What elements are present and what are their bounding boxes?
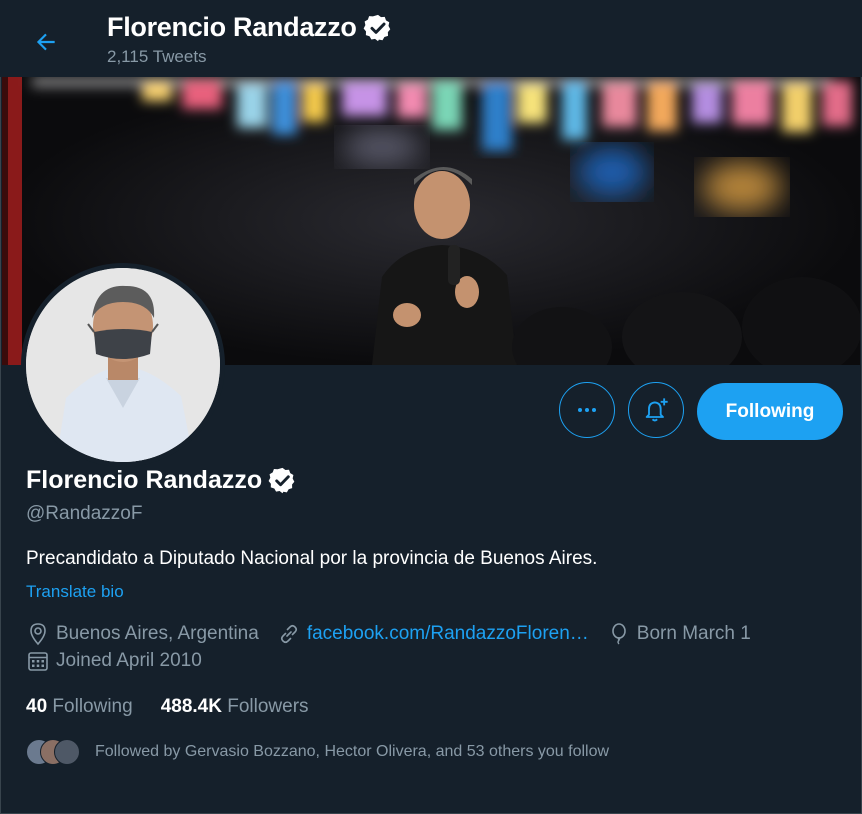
- header-name: Florencio Randazzo: [107, 12, 357, 42]
- arrow-left-icon: [36, 33, 55, 51]
- more-icon: [578, 408, 596, 412]
- location-text: Buenos Aires, Argentina: [56, 623, 259, 644]
- link-icon: [280, 624, 297, 644]
- header-title: Florencio Randazzo: [107, 12, 393, 43]
- following-count: 40: [26, 696, 48, 717]
- followed-by-row[interactable]: Followed by Gervasio Bozzano, Hector Oli…: [26, 739, 609, 765]
- location-pin-icon: [30, 623, 46, 646]
- followers-stat[interactable]: 488.4K Followers: [161, 696, 309, 718]
- followers-label: Followers: [227, 696, 309, 717]
- profile-bio: Precandidato a Diputado Nacional por la …: [26, 548, 598, 569]
- followers-count: 488.4K: [160, 696, 222, 717]
- following-label: Following: [52, 696, 133, 717]
- followed-by-text: Followed by Gervasio Bozzano, Hector Oli…: [95, 743, 610, 760]
- notifications-button[interactable]: [628, 382, 684, 438]
- verified-badge-icon: [363, 14, 390, 41]
- profile-header-bar: Florencio Randazzo 2,115 Tweets: [0, 0, 862, 77]
- more-options-button[interactable]: [559, 382, 615, 438]
- profile-joined-row: Joined April 2010: [26, 649, 220, 673]
- balloon-icon: [611, 623, 626, 645]
- website-link[interactable]: facebook.com/RandazzoFloren…: [307, 623, 589, 645]
- joined-item: Joined April 2010: [26, 649, 202, 673]
- follow-stats: 40 Following 488.4K Followers: [26, 696, 337, 718]
- profile-meta-row: Buenos Aires, Argentina facebook.com/Ran…: [26, 622, 769, 646]
- profile-name: Florencio Randazzo: [26, 466, 297, 495]
- following-button[interactable]: Following: [697, 383, 843, 440]
- notification-bell-plus-icon: [645, 398, 668, 422]
- mutual-avatars: [26, 739, 80, 765]
- profile-avatar[interactable]: [21, 263, 225, 467]
- back-button[interactable]: [24, 20, 68, 64]
- location-item: Buenos Aires, Argentina: [26, 622, 259, 646]
- profile-name-text: Florencio Randazzo: [26, 466, 263, 494]
- verified-badge-icon: [268, 467, 295, 494]
- following-stat[interactable]: 40 Following: [26, 696, 133, 718]
- profile-handle: @RandazzoF: [26, 503, 143, 524]
- mutual-avatar: [54, 739, 80, 765]
- avatar-image: [26, 268, 220, 462]
- birthday-item: Born March 1: [607, 622, 751, 646]
- birthday-text: Born March 1: [636, 623, 751, 644]
- calendar-icon: [28, 652, 48, 671]
- tweets-count: 2,115 Tweets: [107, 47, 207, 66]
- joined-text: Joined April 2010: [56, 650, 202, 671]
- translate-bio-link[interactable]: Translate bio: [26, 582, 124, 602]
- website-item: facebook.com/RandazzoFloren…: [277, 622, 589, 646]
